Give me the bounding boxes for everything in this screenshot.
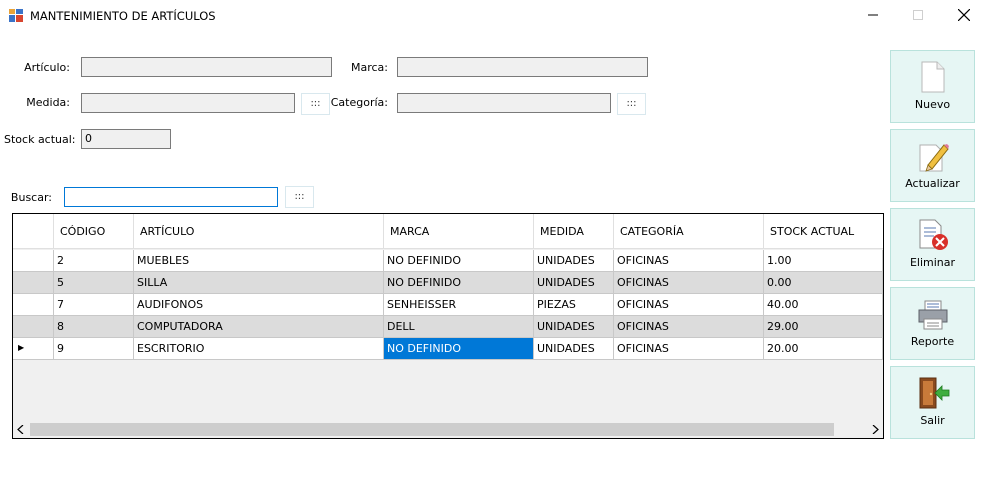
cell-articulo[interactable]: COMPUTADORA <box>134 316 384 338</box>
cell-stock[interactable]: 40.00 <box>764 294 883 316</box>
row-header-corner <box>13 214 54 249</box>
row-header[interactable]: ▶ <box>13 338 54 360</box>
maximize-button[interactable] <box>895 0 941 30</box>
nuevo-label: Nuevo <box>914 98 951 111</box>
column-header-medida[interactable]: MEDIDA <box>534 214 614 249</box>
cell-medida[interactable]: PIEZAS <box>534 294 614 316</box>
title-bar: MANTENIMIENTO DE ARTÍCULOS <box>0 0 988 32</box>
window-title: MANTENIMIENTO DE ARTÍCULOS <box>30 9 216 23</box>
cell-categoria[interactable]: OFICINAS <box>614 338 764 360</box>
row-header[interactable] <box>13 316 54 338</box>
cell-articulo[interactable]: AUDIFONOS <box>134 294 384 316</box>
articulo-field[interactable] <box>81 57 332 77</box>
grid-header: CÓDIGO ARTÍCULO MARCA MEDIDA CATEGORÍA S… <box>13 214 883 249</box>
cell-articulo[interactable]: MUEBLES <box>134 250 384 272</box>
search-button[interactable]: ::: <box>285 186 314 208</box>
marca-field[interactable] <box>397 57 648 77</box>
cell-articulo[interactable]: ESCRITORIO <box>134 338 384 360</box>
column-header-articulo[interactable]: ARTÍCULO <box>134 214 384 249</box>
printer-icon <box>918 300 948 330</box>
cell-marca[interactable]: NO DEFINIDO <box>384 272 534 294</box>
column-header-categoria[interactable]: CATEGORÍA <box>614 214 764 249</box>
close-button[interactable] <box>941 0 987 30</box>
eliminar-button[interactable]: Eliminar <box>890 208 975 281</box>
search-label: Buscar: <box>10 191 52 204</box>
table-row[interactable]: 7 AUDIFONOS SENHEISSER PIEZAS OFICINAS 4… <box>13 294 883 316</box>
salir-button[interactable]: Salir <box>890 366 975 439</box>
app-icon <box>9 9 23 22</box>
new-document-icon <box>921 61 945 93</box>
reporte-button[interactable]: Reporte <box>890 287 975 360</box>
search-input[interactable] <box>64 187 278 207</box>
maximize-icon <box>913 10 923 20</box>
edit-pencil-icon <box>919 144 949 172</box>
salir-label: Salir <box>920 414 945 427</box>
column-header-marca[interactable]: MARCA <box>384 214 534 249</box>
categoria-browse-button[interactable]: ::: <box>617 93 646 115</box>
scroll-left-icon[interactable] <box>17 425 25 434</box>
medida-field[interactable] <box>81 93 295 113</box>
current-row-indicator-icon: ▶ <box>18 343 25 352</box>
table-row[interactable]: 8 COMPUTADORA DELL UNIDADES OFICINAS 29.… <box>13 316 883 338</box>
row-header[interactable] <box>13 250 54 272</box>
delete-document-icon <box>919 219 948 250</box>
column-header-stock-actual[interactable]: STOCK ACTUAL <box>764 214 883 249</box>
row-header[interactable] <box>13 294 54 316</box>
scroll-right-icon[interactable] <box>871 425 879 434</box>
scrollbar-thumb[interactable] <box>30 423 834 436</box>
categoria-label: Categoría: <box>330 96 388 109</box>
close-icon <box>958 9 970 21</box>
row-header[interactable] <box>13 272 54 294</box>
exit-door-icon <box>919 377 950 409</box>
categoria-field[interactable] <box>397 93 611 113</box>
stock-actual-field[interactable]: 0 <box>81 129 171 149</box>
nuevo-button[interactable]: Nuevo <box>890 50 975 123</box>
cell-codigo[interactable]: 2 <box>54 250 134 272</box>
cell-medida[interactable]: UNIDADES <box>534 338 614 360</box>
marca-label: Marca: <box>350 61 388 74</box>
medida-label: Medida: <box>26 96 70 109</box>
cell-stock[interactable]: 29.00 <box>764 316 883 338</box>
table-row[interactable]: 5 SILLA NO DEFINIDO UNIDADES OFICINAS 0.… <box>13 272 883 294</box>
cell-medida[interactable]: UNIDADES <box>534 272 614 294</box>
minimize-icon <box>868 14 878 16</box>
cell-codigo[interactable]: 7 <box>54 294 134 316</box>
cell-medida[interactable]: UNIDADES <box>534 250 614 272</box>
cell-categoria[interactable]: OFICINAS <box>614 250 764 272</box>
cell-marca[interactable]: DELL <box>384 316 534 338</box>
cell-categoria[interactable]: OFICINAS <box>614 316 764 338</box>
actualizar-button[interactable]: Actualizar <box>890 129 975 202</box>
cell-marca[interactable]: NO DEFINIDO <box>384 250 534 272</box>
cell-marca[interactable]: SENHEISSER <box>384 294 534 316</box>
cell-medida[interactable]: UNIDADES <box>534 316 614 338</box>
cell-categoria[interactable]: OFICINAS <box>614 272 764 294</box>
reporte-label: Reporte <box>910 335 955 348</box>
cell-articulo[interactable]: SILLA <box>134 272 384 294</box>
articulo-label: Artículo: <box>24 61 70 74</box>
eliminar-label: Eliminar <box>909 256 956 269</box>
table-row[interactable]: 2 MUEBLES NO DEFINIDO UNIDADES OFICINAS … <box>13 250 883 272</box>
stock-actual-label: Stock actual: <box>4 133 76 146</box>
cell-categoria[interactable]: OFICINAS <box>614 294 764 316</box>
cell-codigo[interactable]: 5 <box>54 272 134 294</box>
cell-stock[interactable]: 0.00 <box>764 272 883 294</box>
horizontal-scrollbar[interactable] <box>13 421 883 438</box>
table-row-current[interactable]: ▶ 9 ESCRITORIO NO DEFINIDO UNIDADES OFIC… <box>13 338 883 360</box>
articles-grid[interactable]: CÓDIGO ARTÍCULO MARCA MEDIDA CATEGORÍA S… <box>12 213 884 439</box>
column-header-codigo[interactable]: CÓDIGO <box>54 214 134 249</box>
cell-stock[interactable]: 1.00 <box>764 250 883 272</box>
cell-marca-selected[interactable]: NO DEFINIDO <box>384 338 534 360</box>
cell-codigo[interactable]: 9 <box>54 338 134 360</box>
cell-codigo[interactable]: 8 <box>54 316 134 338</box>
cell-stock[interactable]: 20.00 <box>764 338 883 360</box>
minimize-button[interactable] <box>850 0 896 30</box>
actualizar-label: Actualizar <box>905 177 960 190</box>
